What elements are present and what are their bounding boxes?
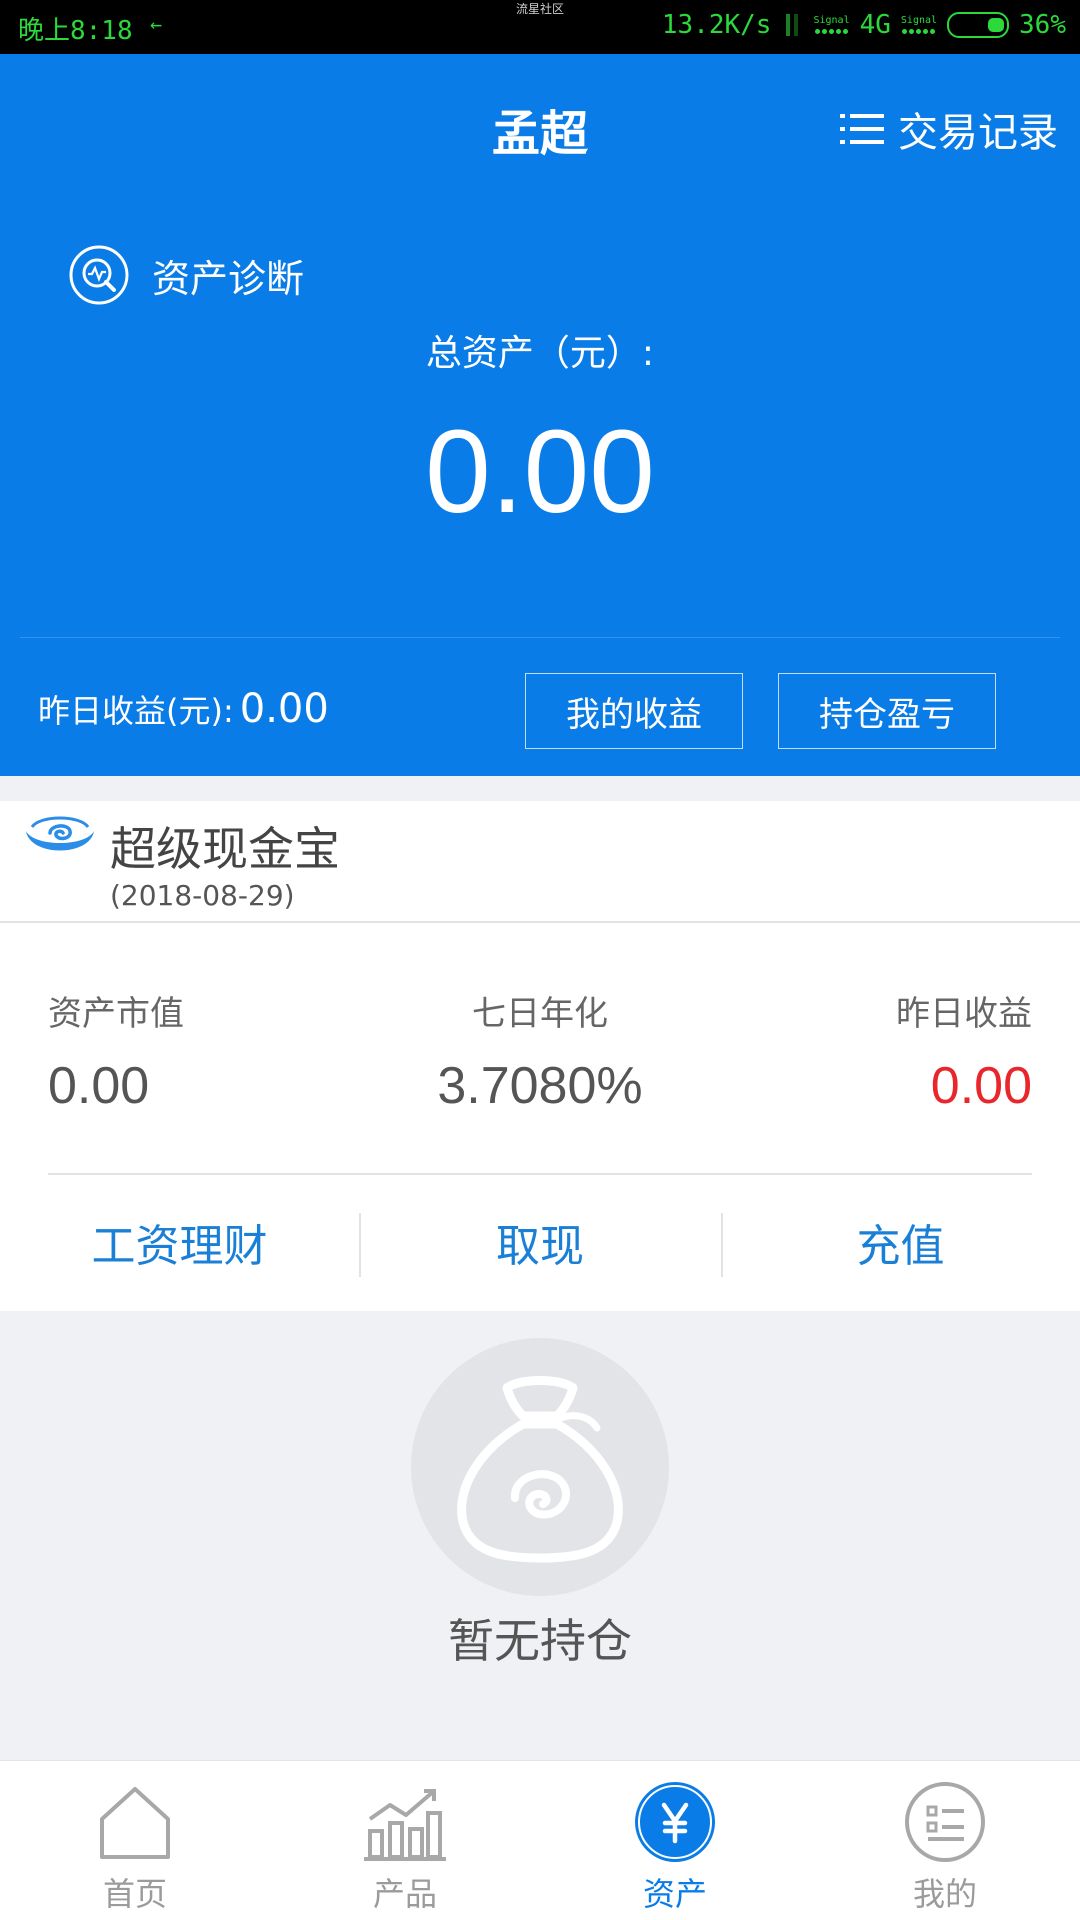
nav-assets[interactable]: 资产	[540, 1761, 810, 1920]
fund-card: 超级现金宝 (2018-08-29) 资产市值 七日年化 昨日收益 0.00 3…	[0, 801, 1080, 1311]
nav-home[interactable]: 首页	[0, 1761, 270, 1920]
total-assets-value: 0.00	[425, 406, 655, 538]
nav-mine[interactable]: 我的	[810, 1761, 1080, 1920]
signal-icon-2: Signal	[901, 16, 937, 34]
nav-products[interactable]: 产品	[270, 1761, 540, 1920]
asset-diagnosis-button[interactable]: 资产诊断	[68, 244, 304, 306]
yesterday-income: 昨日收益(元): 0.00	[38, 686, 329, 732]
withdraw-button[interactable]: 取现	[359, 1209, 721, 1275]
holding-profit-loss-button[interactable]: 持仓盈亏	[778, 673, 996, 749]
transaction-records-button[interactable]: 交易记录	[840, 100, 1058, 158]
nav-products-label: 产品	[372, 1875, 437, 1913]
no-holdings-text: 暂无持仓	[448, 1614, 632, 1668]
signal-label: Signal	[813, 15, 850, 26]
my-income-button[interactable]: 我的收益	[525, 673, 743, 749]
fund-name: 超级现金宝	[110, 822, 340, 876]
asset-diagnosis-label: 资产诊断	[152, 256, 305, 301]
profile-list-icon	[905, 1782, 985, 1862]
nav-home-label: 首页	[102, 1875, 167, 1913]
total-assets-label: 总资产（元）:	[425, 333, 655, 374]
fund-date: (2018-08-29)	[110, 879, 295, 912]
nav-mine-label: 我的	[912, 1875, 977, 1913]
battery-percent: 36%	[1019, 10, 1066, 40]
status-bar: 晚上8:18 ← 流星社区 13.2K/s Signal 4G Signal 3…	[0, 0, 1080, 54]
yesterday-income-value: 0.00	[239, 686, 329, 732]
transaction-records-label: 交易记录	[898, 110, 1058, 156]
status-right-group: 13.2K/s Signal 4G Signal 36%	[662, 10, 1066, 40]
network-type: 4G	[859, 10, 891, 40]
assets-header: 孟超 交易记录 资产诊断 总资产（元）: 0.00 昨日收益(元): 0.00 …	[0, 54, 1080, 776]
yesterday-earnings-value: 0.00	[930, 1057, 1032, 1115]
header-divider	[20, 637, 1060, 638]
network-speed: 13.2K/s	[661, 10, 772, 40]
signal-label-2: Signal	[900, 15, 938, 26]
bottom-navigation: 首页 产品 资产 我的	[0, 1760, 1080, 1920]
data-transfer-icon	[781, 12, 803, 38]
money-bag-icon	[457, 1376, 623, 1563]
stats-divider	[48, 1173, 1032, 1175]
card-divider	[0, 921, 1080, 923]
fund-logo-icon	[26, 816, 94, 851]
seven-day-yield-value: 3.7080%	[437, 1057, 643, 1115]
list-menu-icon	[840, 112, 884, 146]
yesterday-income-label: 昨日收益(元):	[38, 692, 234, 730]
yesterday-earnings-label: 昨日收益	[896, 994, 1032, 1034]
diagnosis-icon	[69, 245, 129, 305]
recharge-button[interactable]: 充值	[721, 1209, 1080, 1275]
battery-icon	[947, 12, 1010, 38]
empty-holdings-illustration	[411, 1338, 669, 1596]
signal-icon: Signal	[813, 15, 850, 34]
nav-assets-label: 资产	[642, 1875, 707, 1913]
yen-icon	[635, 1782, 715, 1862]
salary-finance-button[interactable]: 工资理财	[0, 1209, 359, 1275]
home-icon	[100, 1787, 170, 1859]
chart-icon	[364, 1789, 446, 1861]
